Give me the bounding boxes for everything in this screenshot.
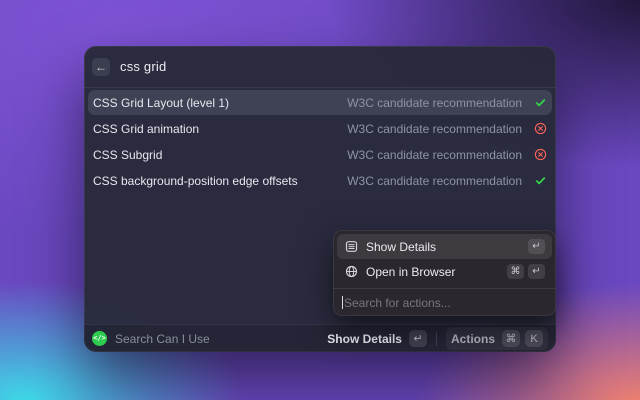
key-badge: ⌘: [502, 330, 520, 347]
cross-circle-icon: [533, 122, 547, 136]
show-details-icon: [344, 240, 358, 254]
footer-bar: </> Search Can I Use Show Details ↵ Acti…: [84, 324, 556, 352]
footer-actions: Show Details ↵ Actions ⌘ K: [327, 327, 548, 350]
search-query-text[interactable]: css grid: [120, 59, 166, 74]
action-panel-items: Show Details↵Open in Browser⌘↵: [333, 230, 556, 284]
cross-circle-icon: [533, 148, 547, 162]
return-key-badge: ↵: [409, 330, 427, 347]
check-icon: [533, 96, 547, 110]
result-status: W3C candidate recommendation: [347, 174, 522, 188]
caniuse-app-icon: </>: [92, 331, 107, 346]
action-label: Show Details: [366, 240, 436, 254]
key-badge: ↵: [528, 264, 545, 279]
result-title: CSS Grid Layout (level 1): [93, 96, 229, 110]
action-label: Open in Browser: [366, 265, 455, 279]
action-search-input[interactable]: [344, 296, 547, 310]
action-key-badges: ⌘↵: [507, 264, 545, 279]
globe-icon: [344, 265, 358, 279]
results-list: CSS Grid Layout (level 1) W3C candidate r…: [84, 88, 556, 196]
desktop-wallpaper: { "header": { "query": "css grid", "back…: [0, 0, 640, 400]
text-caret: [342, 296, 343, 309]
key-badge: K: [525, 330, 543, 347]
footer-divider: [436, 332, 437, 346]
result-title: CSS background-position edge offsets: [93, 174, 298, 188]
primary-action-button[interactable]: Show Details: [327, 332, 402, 346]
back-button[interactable]: ←: [92, 58, 110, 76]
action-item[interactable]: Open in Browser⌘↵: [337, 259, 552, 284]
result-row[interactable]: CSS Grid Layout (level 1) W3C candidate r…: [88, 90, 552, 115]
result-status: W3C candidate recommendation: [347, 96, 522, 110]
result-row[interactable]: CSS Subgrid W3C candidate recommendation: [88, 142, 552, 167]
result-title: CSS Grid animation: [93, 122, 199, 136]
app-name: Search Can I Use: [115, 332, 210, 346]
action-item[interactable]: Show Details ↵: [337, 234, 552, 259]
action-key-badges: ↵: [528, 239, 545, 254]
result-status: W3C candidate recommendation: [347, 122, 522, 136]
result-row[interactable]: CSS background-position edge offsets W3C …: [88, 168, 552, 193]
key-badge: ⌘: [507, 264, 524, 279]
check-icon: [533, 174, 547, 188]
search-header[interactable]: ← css grid: [84, 46, 556, 88]
actions-button[interactable]: Actions ⌘ K: [446, 327, 548, 350]
actions-label: Actions: [451, 332, 495, 346]
result-status: W3C candidate recommendation: [347, 148, 522, 162]
result-row[interactable]: CSS Grid animation W3C candidate recommen…: [88, 116, 552, 141]
key-badge: ↵: [528, 239, 545, 254]
action-panel: Show Details↵Open in Browser⌘↵: [333, 230, 556, 316]
result-title: CSS Subgrid: [93, 148, 162, 162]
action-search-row[interactable]: [333, 289, 556, 316]
